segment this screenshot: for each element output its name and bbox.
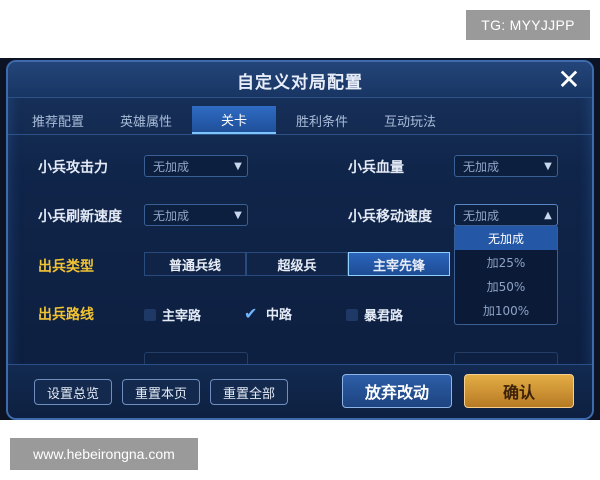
chevron-up-icon: ▲ xyxy=(544,209,552,221)
minion-type-label: 出兵类型 xyxy=(38,259,94,275)
chevron-down-icon: ▼ xyxy=(234,209,242,221)
minion-hp-dropdown[interactable]: 无加成 ▼ xyxy=(454,155,558,177)
minion-type-overlord-vanguard[interactable]: 主宰先锋 xyxy=(348,252,450,276)
minion-move-value: 无加成 xyxy=(463,208,500,223)
checkbox-empty-icon xyxy=(144,308,156,321)
move-speed-option[interactable]: 加25% xyxy=(455,250,557,274)
minion-type-normal[interactable]: 普通兵线 xyxy=(144,252,246,276)
minion-refresh-value: 无加成 xyxy=(153,208,190,223)
tab-interactive-play[interactable]: 互动玩法 xyxy=(368,106,452,134)
dialog-titlebar: 自定义对局配置 ✕ xyxy=(8,62,592,98)
minion-lane-label: 出兵路线 xyxy=(38,307,94,323)
discard-changes-button[interactable]: 放弃改动 xyxy=(342,374,452,408)
checkmark-icon: ✔ xyxy=(244,303,258,323)
lane-option-overlord-label: 主宰路 xyxy=(162,309,202,324)
minion-attack-dropdown[interactable]: 无加成 ▼ xyxy=(144,155,248,177)
tab-recommended[interactable]: 推荐配置 xyxy=(16,106,100,134)
dialog-title: 自定义对局配置 xyxy=(237,73,363,93)
watermark-top: TG: MYYJJPP xyxy=(466,10,590,40)
minion-move-label: 小兵移动速度 xyxy=(348,209,432,225)
dialog-footer: 设置总览 重置本页 重置全部 放弃改动 确认 xyxy=(8,364,592,418)
move-speed-menu: 无加成 加25% 加50% 加100% xyxy=(454,225,558,325)
move-speed-option[interactable]: 加100% xyxy=(455,298,557,322)
tab-stage[interactable]: 关卡 xyxy=(192,106,276,134)
confirm-button[interactable]: 确认 xyxy=(464,374,574,408)
minion-hp-label: 小兵血量 xyxy=(348,160,404,176)
move-speed-option[interactable]: 加50% xyxy=(455,274,557,298)
custom-match-dialog: 自定义对局配置 ✕ 推荐配置 英雄属性 关卡 胜利条件 互动玩法 小兵攻击力 无… xyxy=(6,60,594,420)
minion-type-selector: 普通兵线 超级兵 主宰先锋 xyxy=(144,252,450,276)
lane-option-mid-label: 中路 xyxy=(266,308,293,323)
tab-victory-conditions[interactable]: 胜利条件 xyxy=(280,106,364,134)
chevron-down-icon: ▼ xyxy=(234,160,242,172)
minion-refresh-dropdown[interactable]: 无加成 ▼ xyxy=(144,204,248,226)
reset-page-button[interactable]: 重置本页 xyxy=(122,379,200,405)
game-screen: 自定义对局配置 ✕ 推荐配置 英雄属性 关卡 胜利条件 互动玩法 小兵攻击力 无… xyxy=(0,58,600,420)
lane-option-tyrant-label: 暴君路 xyxy=(364,309,404,324)
settings-overview-button[interactable]: 设置总览 xyxy=(34,379,112,405)
checkbox-empty-icon xyxy=(346,308,358,321)
tab-bar: 推荐配置 英雄属性 关卡 胜利条件 互动玩法 xyxy=(16,106,586,134)
minion-move-dropdown[interactable]: 无加成 ▲ xyxy=(454,204,558,226)
minion-attack-label: 小兵攻击力 xyxy=(38,160,108,176)
tab-divider xyxy=(8,134,592,135)
move-speed-option[interactable]: 无加成 xyxy=(455,226,557,250)
minion-refresh-label: 小兵刷新速度 xyxy=(38,209,122,225)
minion-hp-value: 无加成 xyxy=(463,159,500,174)
lane-option-mid[interactable]: ✔ 中路 xyxy=(244,304,292,323)
minion-type-super[interactable]: 超级兵 xyxy=(246,252,348,276)
watermark-bottom: www.hebeirongna.com xyxy=(10,438,198,470)
close-icon[interactable]: ✕ xyxy=(554,66,584,95)
lane-option-overlord[interactable]: 主宰路 xyxy=(144,305,201,324)
minion-attack-value: 无加成 xyxy=(153,159,190,174)
lane-option-tyrant[interactable]: 暴君路 xyxy=(346,305,403,324)
tab-hero-attributes[interactable]: 英雄属性 xyxy=(104,106,188,134)
chevron-down-icon: ▼ xyxy=(544,160,552,172)
reset-all-button[interactable]: 重置全部 xyxy=(210,379,288,405)
